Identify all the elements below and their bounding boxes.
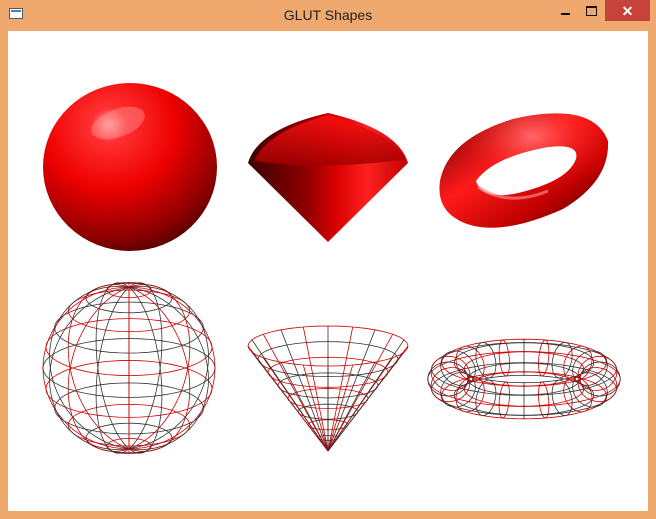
wire-torus <box>427 338 621 420</box>
wire-cone <box>247 325 409 452</box>
minimize-icon <box>560 12 570 15</box>
close-button[interactable]: ✕ <box>605 0 650 21</box>
shapes-scene <box>42 83 621 455</box>
maximize-icon <box>585 5 597 16</box>
wire-sphere <box>42 281 216 455</box>
title-bar[interactable]: GLUT Shapes ✕ <box>0 0 656 31</box>
app-window: GLUT Shapes ✕ <box>0 0 656 519</box>
maximize-button[interactable] <box>578 0 604 21</box>
render-canvas[interactable] <box>8 31 648 511</box>
solid-torus <box>439 113 609 228</box>
minimize-button[interactable] <box>552 0 578 21</box>
close-icon: ✕ <box>621 2 634 19</box>
solid-cone <box>248 113 408 242</box>
solid-sphere <box>43 83 217 251</box>
